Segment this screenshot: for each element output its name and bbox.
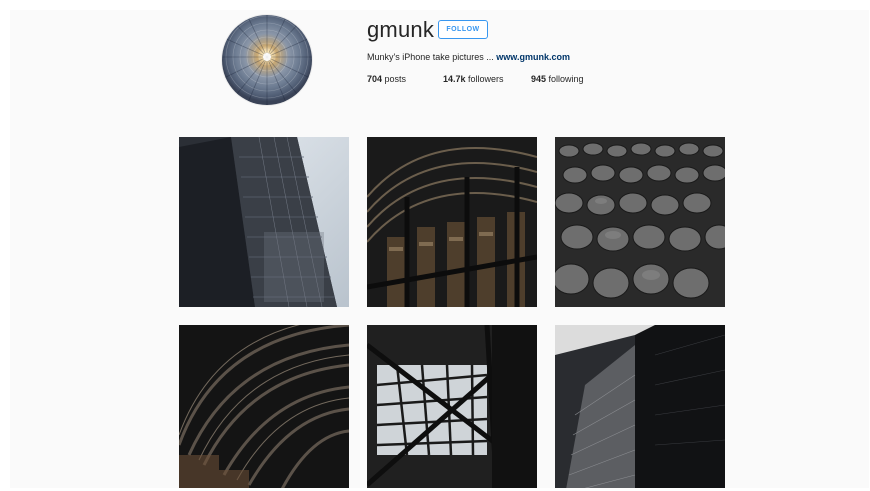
skyscraper-photo bbox=[179, 137, 349, 307]
profile-bio: Munky's iPhone take pictures ... www.gmu… bbox=[367, 52, 570, 62]
profile-avatar[interactable] bbox=[222, 15, 312, 105]
tower-photo bbox=[555, 325, 725, 488]
tunnel-pattern-icon bbox=[222, 15, 312, 105]
followers-label: followers bbox=[468, 74, 504, 84]
following-label: following bbox=[548, 74, 584, 84]
cobblestone-photo bbox=[555, 137, 725, 307]
vault-photo bbox=[179, 325, 349, 488]
followers-count: 14.7k bbox=[443, 74, 466, 84]
bio-website-link[interactable]: www.gmunk.com bbox=[496, 52, 570, 62]
photo-tile-glass-roof[interactable] bbox=[367, 325, 537, 488]
profile-page: gmunk FOLLOW Munky's iPhone take picture… bbox=[10, 10, 869, 488]
glass-roof-photo bbox=[367, 325, 537, 488]
photo-tile-vault[interactable] bbox=[179, 325, 349, 488]
following-count: 945 bbox=[531, 74, 547, 84]
profile-username: gmunk bbox=[367, 17, 435, 42]
photo-tile-tower[interactable] bbox=[555, 325, 725, 488]
follow-button[interactable]: FOLLOW bbox=[438, 20, 488, 39]
posts-count: 704 bbox=[367, 74, 383, 84]
followers-stat[interactable]: 14.7k followers bbox=[443, 74, 504, 84]
photo-tile-skyscraper[interactable] bbox=[179, 137, 349, 307]
library-photo bbox=[367, 137, 537, 307]
posts-stat: 704 posts bbox=[367, 74, 406, 84]
photo-tile-library[interactable] bbox=[367, 137, 537, 307]
photo-tile-cobblestones[interactable] bbox=[555, 137, 725, 307]
posts-label: posts bbox=[384, 74, 407, 84]
bio-text: Munky's iPhone take pictures ... bbox=[367, 52, 494, 62]
following-stat[interactable]: 945 following bbox=[531, 74, 584, 84]
